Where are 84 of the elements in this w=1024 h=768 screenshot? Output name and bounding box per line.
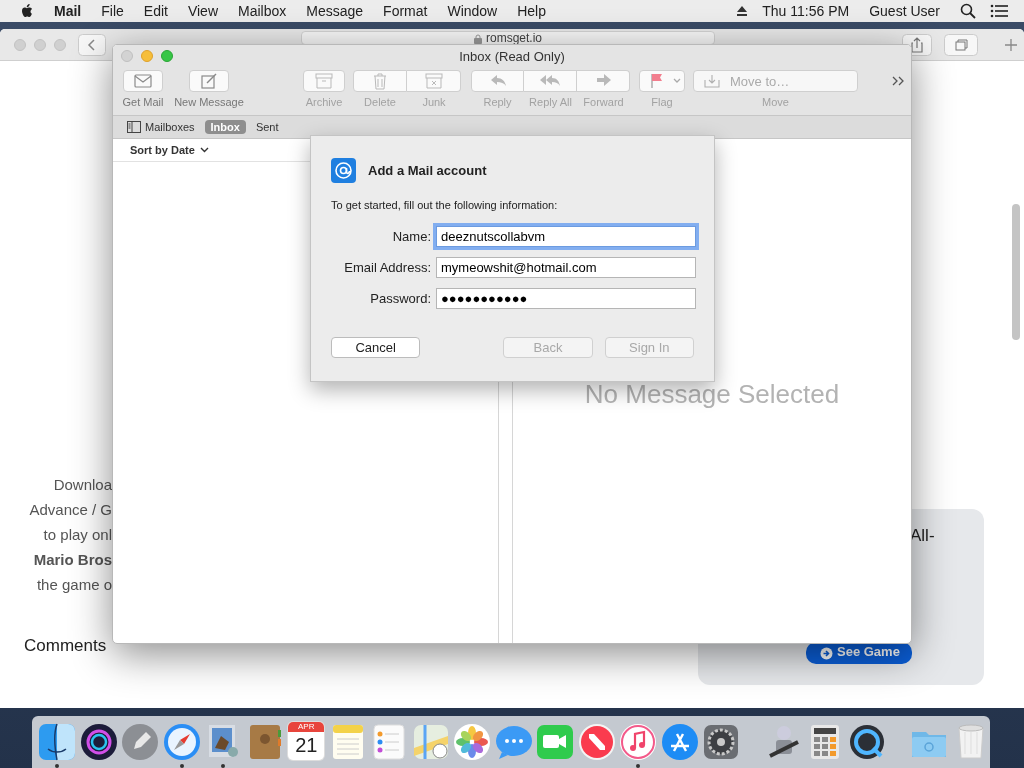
music-note-icon[interactable] [618,722,659,762]
page-text: the game o [36,575,112,595]
input-field[interactable]: deeznutscollabvm [436,226,696,247]
toolbar-label: Archive [304,96,344,108]
toolbar-label: Forward [582,96,625,108]
video-camera-icon[interactable] [535,722,576,762]
toolbar-label: Reply All [528,96,573,108]
more-chevrons-icon[interactable] [891,75,905,87]
zoom-button[interactable] [161,50,173,62]
toolbar-button[interactable] [123,70,163,92]
menu-item[interactable]: Edit [143,3,168,19]
toolbar-button[interactable] [639,70,685,92]
window-control[interactable] [14,38,26,51]
user-menu[interactable]: Guest User [869,3,940,19]
address-field[interactable]: romsget.io [301,31,715,45]
favorites-item[interactable]: Mailboxes [127,120,201,134]
news-app-icon[interactable] [576,722,617,762]
window-control[interactable] [54,38,66,51]
flower-icon[interactable] [452,722,493,762]
input-field[interactable]: mymeowshit@hotmail.com [436,257,696,278]
calendar-month: APR [288,722,325,732]
menu-clock[interactable]: Thu 11:56 PM [762,3,850,19]
scrollbar[interactable] [1012,204,1020,340]
lock-icon [474,34,482,44]
page-text: Downloa [53,475,112,495]
compass-icon[interactable] [161,722,202,762]
eject-icon[interactable] [736,5,749,17]
menu-item[interactable]: Message [306,3,364,19]
tray-icon [704,74,720,88]
menu-item[interactable]: Mailbox [238,3,287,19]
menu-item[interactable]: View [187,3,218,19]
calendar-day: 21 [295,732,318,758]
search-icon[interactable] [960,3,976,19]
page-text: to play onl [43,525,112,545]
close-button[interactable] [121,50,133,62]
menu-item[interactable]: Mail [54,3,82,19]
field-label: Password: [369,291,431,306]
see-game-button[interactable]: See Game [806,642,912,664]
back-icon[interactable] [78,33,106,56]
window-control[interactable] [34,38,46,51]
toolbar-label: New Message [173,96,245,108]
toolbar-label: Junk [421,96,447,108]
input-field[interactable]: ●●●●●●●●●●● [436,288,696,309]
toolbar-button[interactable] [353,70,407,92]
siri-orb-icon[interactable] [78,722,119,762]
chevron-icon [673,78,681,84]
menu-item[interactable]: Window [447,3,498,19]
finder-face-icon[interactable] [37,722,78,762]
menu-item[interactable]: Help [517,3,546,19]
dialog-title: Add a Mail account [368,163,487,178]
page-text: Mario Bros [33,550,112,570]
arrow-circle-icon [820,647,833,660]
toolbar-label: Get Mail [121,96,165,108]
toolbar-button[interactable] [524,70,577,92]
field-label: Email Address: [343,260,431,275]
app-store-icon[interactable] [659,722,700,762]
at-sign-icon [331,158,356,183]
toolbar-label: Delete [363,96,397,108]
list-icon[interactable] [990,4,1008,18]
sidebar-icon [127,121,141,133]
favorites-item[interactable]: Sent [249,120,285,134]
toolbar-button[interactable] [189,70,229,92]
toolbar-button[interactable] [577,70,630,92]
empty-state-text: No Message Selected [584,379,840,411]
comments-heading: Comments [24,636,108,656]
toolbar-label: Flag [650,96,674,108]
toolbar-button[interactable] [407,70,461,92]
page-text: Advance / G [29,500,112,520]
chevron-icon [199,147,209,153]
dialog-button[interactable]: Cancel [331,337,421,358]
toolbar-label: Reply [482,96,513,108]
tabs-icon[interactable] [944,33,978,56]
window-title: Inbox (Read Only) [459,48,565,64]
toolbar-button[interactable] [303,70,345,92]
minimize-button[interactable] [141,50,153,62]
field-label: Name: [391,229,431,244]
calendar-icon[interactable]: APR 21 [288,722,325,760]
toolbar-button[interactable] [471,70,524,92]
dialog-instructions: To get started, fill out the following information: [331,199,559,211]
menu-item[interactable]: File [101,3,124,19]
menu-item[interactable]: Format [383,3,428,19]
apple-logo-icon[interactable] [20,3,34,19]
toolbar-label: Move [762,96,789,108]
new-tab-icon[interactable] [1004,37,1018,52]
